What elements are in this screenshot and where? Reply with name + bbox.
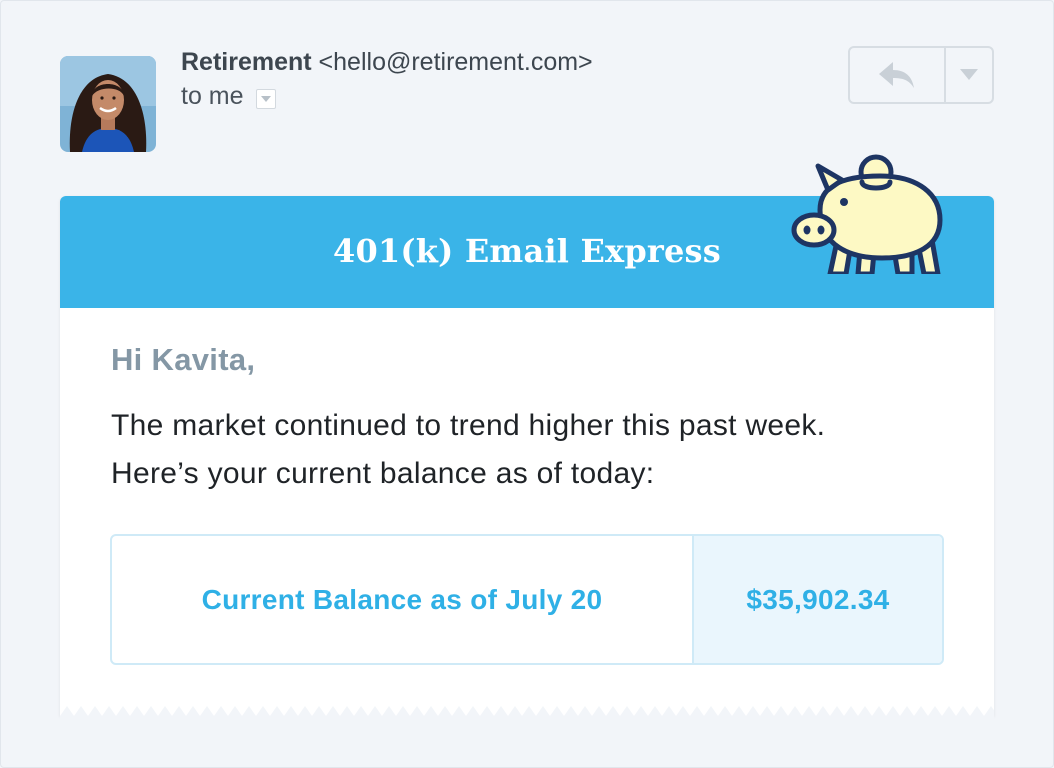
recipient-details-toggle[interactable] xyxy=(255,88,276,109)
reply-icon xyxy=(879,62,914,88)
sender-name: Retirement xyxy=(181,48,312,76)
torn-edge xyxy=(60,706,994,726)
email-card: 401(k) Email Express Hi Kavita, The mark… xyxy=(60,154,994,716)
sender-avatar xyxy=(60,56,156,152)
recipient-label: to me xyxy=(181,82,244,110)
balance-label: Current Balance as of July 20 xyxy=(112,536,694,663)
email-message: The market continued to trend higher thi… xyxy=(111,409,826,490)
more-options-button[interactable] xyxy=(946,48,992,102)
greeting: Hi Kavita, xyxy=(111,342,256,377)
chevron-down-icon xyxy=(260,95,271,102)
balance-value: $35,902.34 xyxy=(694,536,942,663)
sender-email: <hello@retirement.com> xyxy=(318,48,593,76)
piggy-bank-icon xyxy=(791,154,943,274)
reply-button-group xyxy=(848,46,994,104)
chevron-down-icon xyxy=(960,69,978,80)
balance-box: Current Balance as of July 20 $35,902.34 xyxy=(110,534,944,665)
reply-button[interactable] xyxy=(850,48,946,102)
recipient-line: to me xyxy=(181,82,276,111)
sender-line: Retirement <hello@retirement.com> xyxy=(181,48,593,77)
